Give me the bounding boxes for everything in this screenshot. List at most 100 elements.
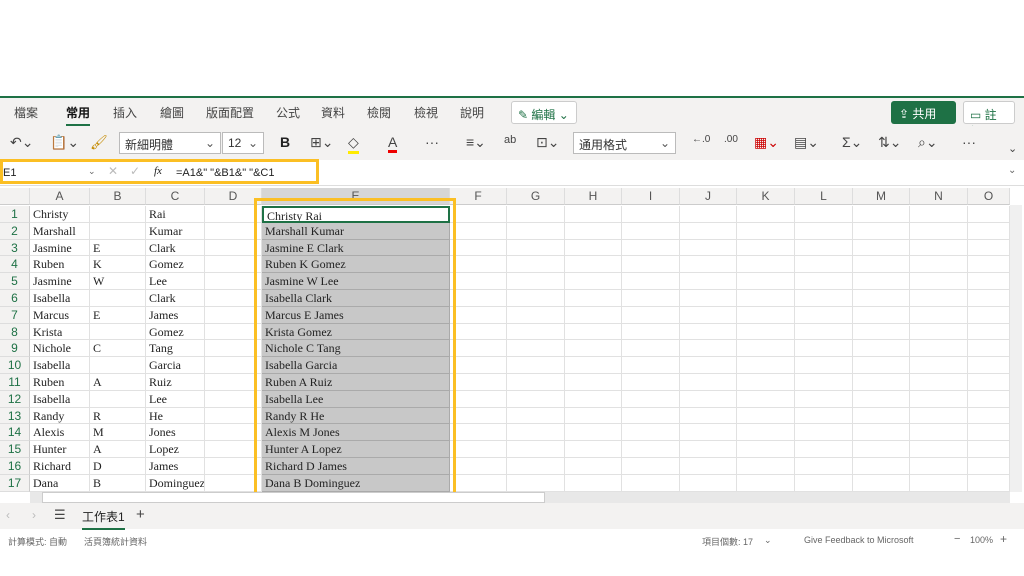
cell[interactable]: [90, 390, 146, 408]
fill-color-icon[interactable]: ◇: [348, 134, 359, 154]
column-header[interactable]: I: [622, 188, 680, 205]
cell[interactable]: [853, 374, 910, 391]
column-header[interactable]: L: [795, 188, 853, 205]
column-header[interactable]: F: [450, 188, 507, 205]
decrease-decimal-icon[interactable]: .00: [724, 134, 738, 145]
cell[interactable]: [507, 323, 565, 341]
cell[interactable]: [622, 441, 680, 458]
cell[interactable]: [910, 374, 968, 391]
ribbon-tab[interactable]: 版面配置: [206, 104, 254, 121]
row-header[interactable]: 3: [0, 239, 30, 257]
cell[interactable]: [737, 306, 795, 324]
more-icon[interactable]: ···: [425, 134, 439, 150]
ribbon-tab[interactable]: 說明: [460, 104, 484, 121]
ribbon-tab[interactable]: 檔案: [14, 104, 38, 121]
column-header[interactable]: M: [853, 188, 910, 205]
cell[interactable]: Lopez: [146, 441, 205, 458]
cell[interactable]: Rai: [146, 206, 205, 223]
cell[interactable]: Ruiz: [146, 374, 205, 391]
cell[interactable]: [910, 424, 968, 442]
cell[interactable]: [910, 256, 968, 274]
bold-button[interactable]: B: [280, 134, 290, 150]
cell[interactable]: Krista: [30, 323, 90, 341]
cell[interactable]: [968, 441, 1010, 458]
cell[interactable]: [680, 290, 737, 307]
column-header[interactable]: G: [507, 188, 565, 205]
more-commands-icon[interactable]: ···: [962, 134, 976, 150]
cell[interactable]: [565, 323, 622, 341]
cell[interactable]: [795, 306, 853, 324]
cell[interactable]: [910, 323, 968, 341]
cell[interactable]: [450, 390, 507, 408]
cell[interactable]: Isabella: [30, 357, 90, 374]
cell[interactable]: [622, 323, 680, 341]
cell[interactable]: E: [90, 306, 146, 324]
row-header[interactable]: 6: [0, 290, 30, 307]
cell[interactable]: [910, 407, 968, 425]
cell[interactable]: A: [90, 374, 146, 391]
cell[interactable]: [507, 357, 565, 374]
cell[interactable]: [622, 206, 680, 223]
cell[interactable]: [968, 290, 1010, 307]
horizontal-scroll-thumb[interactable]: [42, 492, 545, 503]
cell[interactable]: [565, 273, 622, 290]
cell[interactable]: [795, 474, 853, 492]
cell[interactable]: [507, 441, 565, 458]
cell[interactable]: [737, 222, 795, 240]
share-button[interactable]: ⇪ 共用 ⌄: [891, 101, 956, 136]
cell[interactable]: [968, 374, 1010, 391]
cell[interactable]: He: [146, 407, 205, 425]
cell[interactable]: [680, 306, 737, 324]
cell[interactable]: [795, 390, 853, 408]
cell[interactable]: [622, 256, 680, 274]
cell[interactable]: [737, 458, 795, 475]
cell[interactable]: Nichole: [30, 340, 90, 358]
cell[interactable]: [622, 407, 680, 425]
conditional-format-icon[interactable]: ▦⌄: [754, 134, 779, 151]
cell[interactable]: [622, 357, 680, 374]
ribbon-tab[interactable]: 常用: [66, 104, 91, 127]
cell[interactable]: [795, 206, 853, 223]
cell[interactable]: M: [90, 424, 146, 442]
count-stat[interactable]: 項目個數: 17: [702, 535, 753, 548]
cell[interactable]: [622, 239, 680, 257]
zoom-in-icon[interactable]: +: [1000, 532, 1007, 546]
cell[interactable]: [968, 407, 1010, 425]
prev-sheet-icon[interactable]: ‹: [6, 508, 10, 522]
sort-filter-icon[interactable]: ⇅⌄: [878, 134, 901, 151]
cell[interactable]: K: [90, 256, 146, 274]
spreadsheet-grid[interactable]: A B C D E F G H I J K L M N O 1 Christy Rai Christy Rai 2 Ma…: [0, 188, 1010, 492]
increase-decimal-icon[interactable]: ←.0: [692, 134, 710, 145]
borders-icon[interactable]: ⊞⌄: [310, 134, 333, 151]
cell[interactable]: [853, 256, 910, 274]
ribbon-tab[interactable]: 檢視: [414, 104, 438, 121]
cell[interactable]: [622, 458, 680, 475]
cell[interactable]: [853, 441, 910, 458]
cell[interactable]: [910, 290, 968, 307]
row-header[interactable]: 7: [0, 306, 30, 324]
cell[interactable]: [737, 390, 795, 408]
cell[interactable]: [853, 206, 910, 223]
cell[interactable]: [622, 222, 680, 240]
expand-formula-icon[interactable]: ⌄: [1008, 165, 1016, 176]
cell[interactable]: [795, 407, 853, 425]
cell[interactable]: [450, 256, 507, 274]
workbook-stats[interactable]: 活頁簿統計資料: [84, 535, 147, 548]
cell[interactable]: E: [90, 239, 146, 257]
cell[interactable]: [565, 407, 622, 425]
cell[interactable]: [450, 222, 507, 240]
cell[interactable]: [622, 374, 680, 391]
cell[interactable]: [507, 390, 565, 408]
align-icon[interactable]: ≡⌄: [466, 134, 486, 151]
cell[interactable]: [737, 256, 795, 274]
cell[interactable]: [737, 474, 795, 492]
vertical-scrollbar[interactable]: [1010, 205, 1022, 492]
cell[interactable]: Gomez: [146, 323, 205, 341]
cell[interactable]: [910, 474, 968, 492]
cell[interactable]: [680, 407, 737, 425]
cell[interactable]: Christy: [30, 206, 90, 223]
cell[interactable]: Alexis: [30, 424, 90, 442]
cell[interactable]: [622, 340, 680, 358]
cell[interactable]: [450, 374, 507, 391]
cell[interactable]: [968, 222, 1010, 240]
